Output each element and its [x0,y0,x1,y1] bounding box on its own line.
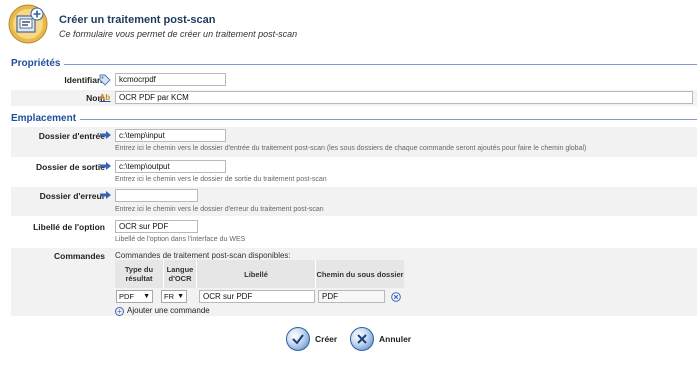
arrow-right-icon [99,190,112,202]
dossier-entree-help: Entrez ici le chemin vers le dossier d'e… [115,145,587,152]
cancel-label: Annuler [379,334,412,344]
commande-libelle-input[interactable]: OCR sur PDF [199,290,315,303]
cancel-button[interactable]: Annuler [350,327,411,351]
cancel-icon [350,327,374,351]
page-subtitle: Ce formulaire vous permet de créer un tr… [59,29,298,39]
section-proprietes: Propriétés [11,58,697,70]
section-emplacement: Emplacement [11,113,697,125]
dossier-erreur-label: Dossier d'erreur [39,191,105,201]
page-header: Créer un traitement post-scan Ce formula… [8,4,698,44]
row-libelle-option: Libellé de l'option OCR sur PDF Libellé … [11,217,697,247]
section-title-emplacement: Emplacement [11,113,81,124]
create-button[interactable]: Créer [286,327,337,351]
dossier-entree-input[interactable]: c:\temp\input [115,129,226,142]
chevron-down-icon: ▼ [177,293,184,300]
dossier-erreur-input[interactable] [115,189,198,202]
add-command-label: Ajouter une commande [127,306,210,315]
dossier-erreur-help: Entrez ici le chemin vers le dossier d'e… [115,206,324,213]
commandes-table: Type du résultat Langue d'OCR Libellé Ch… [115,260,404,288]
langue-ocr-value: FR [164,292,174,301]
remove-command-icon[interactable] [391,292,401,302]
dossier-sortie-help: Entrez ici le chemin vers le dossier de … [115,176,327,183]
add-command-link[interactable]: + Ajouter une commande [115,306,210,316]
nom-input[interactable]: OCR PDF par KCM [115,91,693,104]
commandes-caption: Commandes de traitement post-scan dispon… [115,251,291,260]
row-commandes: Commandes Commandes de traitement post-s… [11,248,697,316]
column-header-type: Type du résultat [115,260,163,288]
column-header-chemin: Chemin du sous dossier [315,260,404,288]
create-label: Créer [315,334,338,344]
column-header-langue: Langue d'OCR [163,260,196,288]
row-identifiant: Identifiant kcmocrpdf [11,72,697,88]
libelle-option-help: Libellé de l'option dans l'interface du … [115,236,246,243]
libelle-option-input[interactable]: OCR sur PDF [115,220,198,233]
commande-chemin-input[interactable]: PDF [318,290,385,303]
plus-icon: + [115,307,124,316]
arrow-right-icon [99,130,112,142]
langue-ocr-select[interactable]: FR ▼ [161,290,187,303]
identifiant-input[interactable]: kcmocrpdf [115,73,226,86]
row-dossier-erreur: Dossier d'erreur Entrez ici le chemin ve… [11,187,697,216]
libelle-option-label: Libellé de l'option [33,222,105,232]
type-resultat-value: PDF [119,292,134,301]
tag-icon [99,74,111,88]
row-dossier-entree: Dossier d'entrée c:\temp\input Entrez ic… [11,127,697,157]
column-header-libelle: Libellé [196,260,315,288]
section-title-proprietes: Propriétés [11,58,65,69]
create-icon [286,327,310,351]
row-dossier-sortie: Dossier de sortie c:\temp\output Entrez … [11,158,697,186]
dossier-entree-label: Dossier d'entrée [38,131,105,141]
arrow-right-icon [99,161,112,173]
type-resultat-select[interactable]: PDF ▼ [116,290,153,303]
page-title: Créer un traitement post-scan [59,14,216,26]
section-divider [11,119,697,120]
chevron-down-icon: ▼ [143,293,150,300]
svg-text:Ab: Ab [100,93,111,102]
text-ab-icon: Ab [99,92,112,105]
dossier-sortie-input[interactable]: c:\temp\output [115,160,226,173]
row-nom: Nom Ab OCR PDF par KCM [11,90,697,106]
post-scan-icon [8,4,48,44]
section-divider [11,64,697,65]
dossier-sortie-label: Dossier de sortie [36,162,105,172]
commandes-label: Commandes [53,251,105,261]
